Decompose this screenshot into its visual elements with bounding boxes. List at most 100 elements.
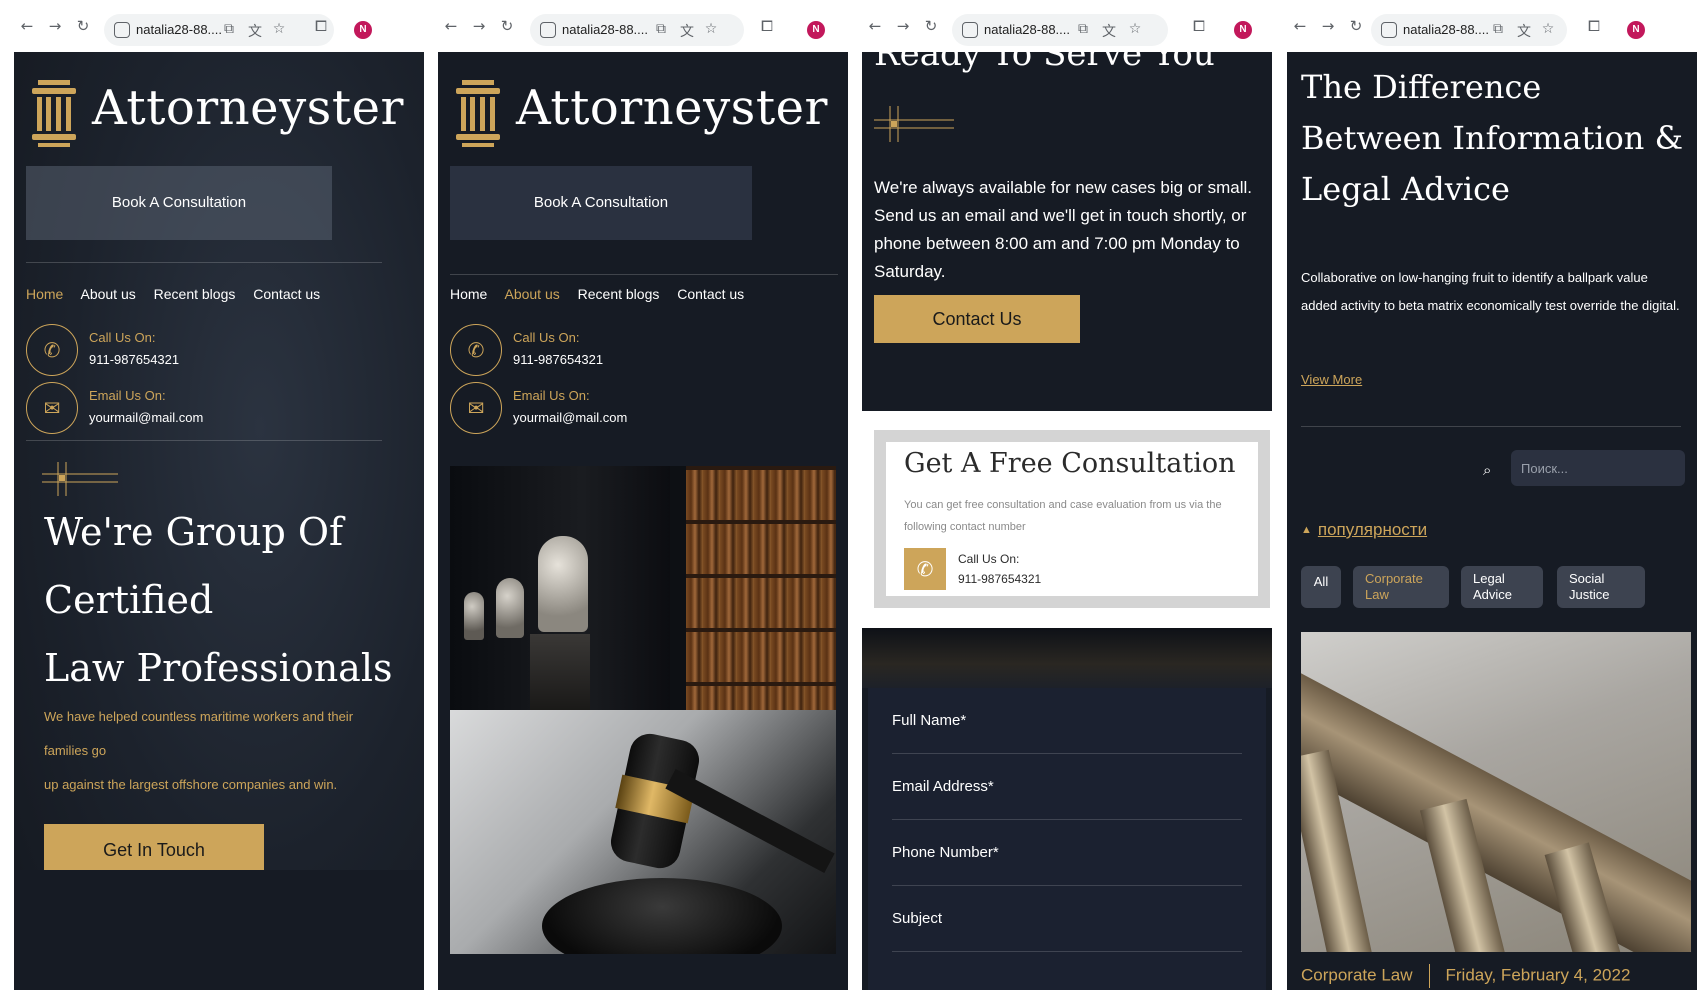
subject-label: Subject: [892, 910, 943, 927]
consultation-call-number[interactable]: 911-987654321: [958, 572, 1041, 586]
address-bar[interactable]: natalia28-88.... ⧉ 文 ☆: [104, 14, 334, 46]
site-settings-icon[interactable]: [1381, 22, 1397, 38]
sort-toggle[interactable]: ▲ популярности: [1301, 520, 1427, 540]
address-bar[interactable]: natalia28-88.... ⧉ 文 ☆: [530, 14, 744, 46]
article-excerpt: Collaborative on low-hanging fruit to id…: [1301, 270, 1680, 313]
nav-about[interactable]: About us: [504, 286, 559, 302]
star-icon[interactable]: ☆: [1539, 21, 1557, 39]
profile-avatar[interactable]: N: [1234, 21, 1252, 39]
install-icon[interactable]: ⧉: [220, 21, 238, 39]
translate-icon[interactable]: 文: [246, 21, 264, 40]
nav-home[interactable]: Home: [26, 286, 63, 302]
contact-form-section: Full Name* Email Address* Phone Number* …: [862, 628, 1272, 990]
extensions-icon[interactable]: ⧠: [758, 17, 776, 35]
phone-icon: ✆: [26, 324, 78, 376]
forward-arrow-icon[interactable]: →: [470, 17, 488, 35]
hero-text: We have helped countless maritime worker…: [44, 700, 404, 802]
extensions-icon[interactable]: ⧠: [1585, 17, 1603, 35]
translate-icon[interactable]: 文: [678, 21, 696, 40]
back-arrow-icon[interactable]: ←: [866, 17, 884, 35]
get-in-touch-button[interactable]: Get In Touch: [44, 824, 264, 870]
main-nav: Home About us Recent blogs Contact us: [26, 286, 334, 302]
email-value[interactable]: yourmail@mail.com: [513, 410, 627, 425]
site-settings-icon[interactable]: [962, 22, 978, 38]
full-name-field[interactable]: Full Name*: [892, 688, 1242, 754]
address-bar[interactable]: natalia28-88.... ⧉ 文 ☆: [1371, 14, 1567, 46]
profile-avatar[interactable]: N: [807, 21, 825, 39]
email-label: Email Us On:: [89, 388, 166, 403]
filter-chip-all[interactable]: All: [1301, 566, 1341, 608]
translate-icon[interactable]: 文: [1100, 21, 1118, 40]
divider: [450, 274, 838, 275]
filter-chip-social-justice[interactable]: Social Justice: [1557, 566, 1645, 608]
extensions-icon[interactable]: ⧠: [1190, 17, 1208, 35]
page-viewport[interactable]: Attorneyster Book A Consultation Home Ab…: [438, 52, 848, 990]
profile-avatar[interactable]: N: [1627, 21, 1645, 39]
reload-icon[interactable]: ↻: [498, 17, 516, 35]
serve-section: Ready To Serve You We're always availabl…: [862, 52, 1272, 411]
forward-arrow-icon[interactable]: →: [894, 17, 912, 35]
forward-arrow-icon[interactable]: →: [46, 17, 64, 35]
hero-title-line: Law Professionals: [44, 646, 393, 690]
install-icon[interactable]: ⧉: [1489, 21, 1507, 39]
nav-contact[interactable]: Contact us: [253, 286, 320, 302]
subject-field[interactable]: Subject: [892, 886, 1242, 952]
extensions-icon[interactable]: ⧠: [312, 17, 330, 35]
pillar-logo-icon: [456, 80, 500, 147]
reload-icon[interactable]: ↻: [922, 17, 940, 35]
phone-field[interactable]: Phone Number*: [892, 820, 1242, 886]
nav-home[interactable]: Home: [450, 286, 487, 302]
browser-toolbar: ← → ↻ natalia28-88.... ⧉ 文 ☆ ⧠ N: [1287, 0, 1697, 52]
search-input[interactable]: [1511, 450, 1685, 486]
contact-form: Full Name* Email Address* Phone Number* …: [868, 688, 1266, 990]
reload-icon[interactable]: ↻: [1347, 17, 1365, 35]
nav-blogs[interactable]: Recent blogs: [578, 286, 660, 302]
nav-blogs[interactable]: Recent blogs: [154, 286, 236, 302]
call-number[interactable]: 911-987654321: [89, 352, 179, 367]
star-icon[interactable]: ☆: [702, 21, 720, 39]
back-arrow-icon[interactable]: ←: [18, 17, 36, 35]
consultation-text: You can get free consultation and case e…: [904, 499, 1222, 533]
article-date: Friday, February 4, 2022: [1445, 965, 1631, 985]
section-footer: [14, 870, 424, 990]
nav-contact[interactable]: Contact us: [677, 286, 744, 302]
page-viewport[interactable]: Ready To Serve You We're always availabl…: [862, 52, 1272, 990]
site-settings-icon[interactable]: [114, 22, 130, 38]
search-icon[interactable]: ⌕: [1483, 461, 1499, 479]
contact-us-button[interactable]: Contact Us: [874, 295, 1080, 343]
email-field[interactable]: Email Address*: [892, 754, 1242, 820]
email-value[interactable]: yourmail@mail.com: [89, 410, 203, 425]
filter-chip-corporate-law[interactable]: Corporate Law: [1353, 566, 1449, 608]
forward-arrow-icon[interactable]: →: [1319, 17, 1337, 35]
view-more-link[interactable]: View More: [1301, 372, 1362, 387]
page-viewport[interactable]: Attorneyster Book A Consultation Home Ab…: [14, 52, 424, 990]
browser-window-2: ← → ↻ natalia28-88.... ⧉ 文 ☆ ⧠ N Attorne…: [438, 0, 848, 1001]
address-bar[interactable]: natalia28-88.... ⧉ 文 ☆: [952, 14, 1168, 46]
back-arrow-icon[interactable]: ←: [1291, 17, 1309, 35]
star-icon[interactable]: ☆: [1126, 21, 1144, 39]
url-text: natalia28-88....: [562, 22, 649, 37]
mail-icon: ✉: [26, 382, 78, 434]
book-consultation-button[interactable]: Book A Consultation: [450, 166, 752, 240]
section-text: We're always available for new cases big…: [874, 178, 1253, 281]
browser-toolbar: ← → ↻ natalia28-88.... ⧉ 文 ☆ ⧠ N: [862, 0, 1272, 52]
star-icon[interactable]: ☆: [270, 21, 288, 39]
url-text: natalia28-88....: [984, 22, 1071, 37]
article-category[interactable]: Corporate Law: [1301, 965, 1413, 984]
page-viewport[interactable]: The Difference Between Information & Leg…: [1287, 52, 1697, 990]
consultation-call-label: Call Us On:: [958, 552, 1020, 566]
reload-icon[interactable]: ↻: [74, 17, 92, 35]
ornament-icon: [874, 106, 954, 142]
book-consultation-button[interactable]: Book A Consultation: [26, 166, 332, 240]
install-icon[interactable]: ⧉: [1074, 21, 1092, 39]
profile-avatar[interactable]: N: [354, 21, 372, 39]
filter-chip-legal-advice[interactable]: Legal Advice: [1461, 566, 1543, 608]
back-arrow-icon[interactable]: ←: [442, 17, 460, 35]
nav-about[interactable]: About us: [80, 286, 135, 302]
site-settings-icon[interactable]: [540, 22, 556, 38]
install-icon[interactable]: ⧉: [652, 21, 670, 39]
hero-title-line: Certified: [44, 578, 214, 622]
translate-icon[interactable]: 文: [1515, 21, 1533, 40]
call-number[interactable]: 911-987654321: [513, 352, 603, 367]
call-label: Call Us On:: [513, 330, 580, 345]
